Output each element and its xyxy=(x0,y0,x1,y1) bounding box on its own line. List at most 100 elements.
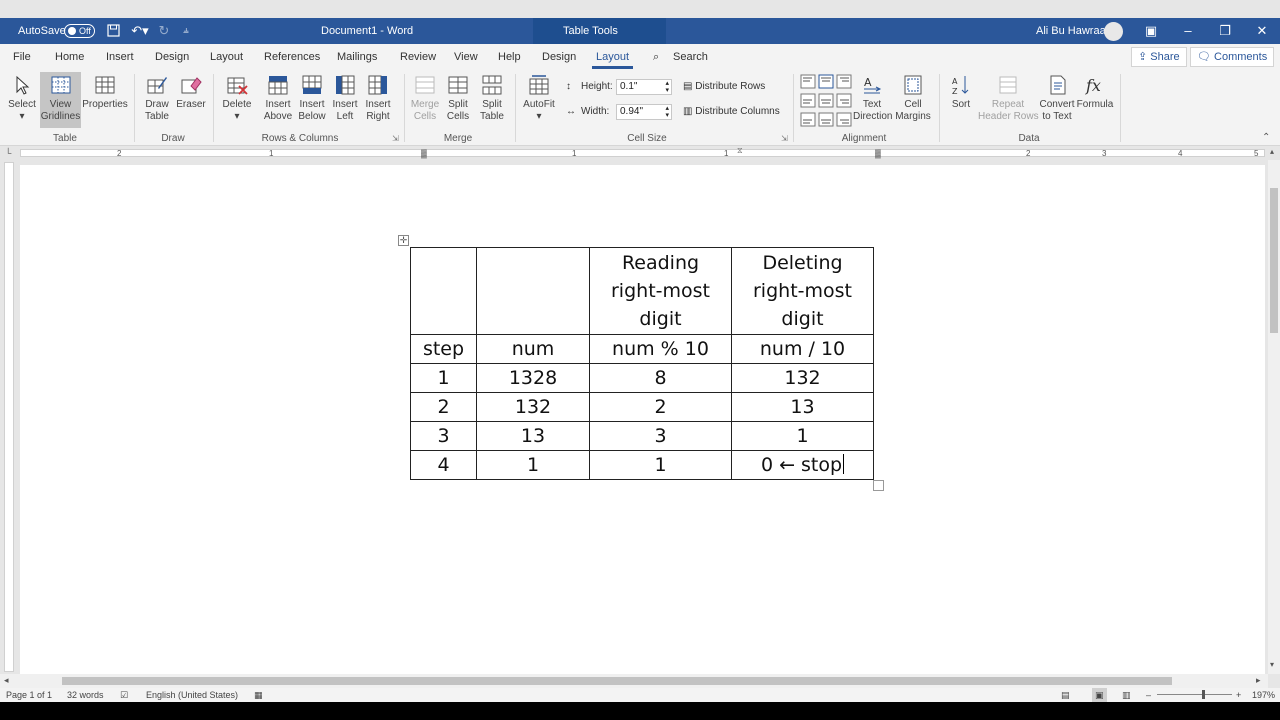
ribbon-display-icon[interactable]: ▣ xyxy=(1143,18,1159,44)
customize-qat-icon[interactable]: ⫨ xyxy=(180,18,192,44)
draw-table-button[interactable]: Draw Table xyxy=(140,72,174,123)
distribute-rows-button[interactable]: ▤ Distribute Rows xyxy=(683,81,765,92)
redo-icon[interactable]: ↻ xyxy=(156,18,172,44)
view-gridlines-button[interactable]: View Gridlines xyxy=(40,72,81,128)
table-cell-active[interactable]: 0 ← stop xyxy=(731,450,874,480)
tab-mailings[interactable]: Mailings xyxy=(337,44,377,70)
formula-button[interactable]: fx Formula xyxy=(1076,72,1114,111)
horizontal-ruler[interactable]: └ 2 1 ▓ 1 1 ▓ 2 3 4 5 ⧖ ▴ xyxy=(0,146,1280,160)
table-cell[interactable]: 1 xyxy=(410,363,477,393)
document-table[interactable]: Reading right-most digit Deleting right-mos… xyxy=(410,247,874,480)
vertical-ruler[interactable] xyxy=(4,162,14,672)
scroll-down-icon[interactable]: ▾ xyxy=(1270,660,1274,669)
ruler-scroll-up-icon[interactable]: ▴ xyxy=(1270,147,1274,156)
merge-cells-button[interactable]: Merge Cells xyxy=(409,72,441,123)
search-label[interactable]: Search xyxy=(673,44,708,70)
minimize-icon[interactable]: – xyxy=(1180,18,1196,44)
restore-icon[interactable]: ❐ xyxy=(1217,18,1233,44)
table-cell[interactable]: 13 xyxy=(731,392,874,422)
repeat-header-rows-button[interactable]: Repeat Header Rows xyxy=(978,72,1039,123)
autofit-button[interactable]: AutoFit ▾ xyxy=(520,72,558,123)
convert-to-text-button[interactable]: Convert to Text xyxy=(1038,72,1076,123)
table-cell[interactable]: 3 xyxy=(410,421,477,451)
split-table-button[interactable]: Split Table xyxy=(476,72,508,123)
table-cell[interactable]: 1 xyxy=(589,450,732,480)
user-name[interactable]: Ali Bu Hawraa xyxy=(1036,18,1106,44)
page-count[interactable]: Page 1 of 1 xyxy=(6,688,52,702)
table-resize-handle[interactable] xyxy=(873,480,884,491)
rows-columns-launcher-icon[interactable]: ⇲ xyxy=(392,134,399,143)
tab-table-design[interactable]: Design xyxy=(542,44,576,70)
table-cell[interactable]: num / 10 xyxy=(731,334,874,364)
zoom-slider-thumb[interactable] xyxy=(1202,690,1205,699)
tab-review[interactable]: Review xyxy=(400,44,436,70)
tab-help[interactable]: Help xyxy=(498,44,521,70)
distribute-columns-button[interactable]: ▥ Distribute Columns xyxy=(683,106,780,117)
table-cell[interactable]: 2 xyxy=(589,392,732,422)
width-field[interactable]: 0.94" ▴ ▾ xyxy=(616,104,672,120)
search-icon[interactable]: ⌕ xyxy=(653,44,659,70)
save-icon[interactable] xyxy=(105,18,121,44)
scroll-left-icon[interactable]: ◂ xyxy=(4,675,9,686)
table-cell[interactable]: 3 xyxy=(589,421,732,451)
sort-button[interactable]: AZ Sort xyxy=(946,72,976,111)
table-cell[interactable]: 8 xyxy=(589,363,732,393)
insert-below-button[interactable]: Insert Below xyxy=(295,72,329,123)
height-field[interactable]: 0.1" ▴ ▾ xyxy=(616,79,672,95)
table-cell[interactable]: num % 10 xyxy=(589,334,732,364)
split-cells-button[interactable]: Split Cells xyxy=(442,72,474,123)
tab-table-layout[interactable]: Layout xyxy=(591,44,634,70)
table-cell[interactable]: 1328 xyxy=(476,363,590,393)
horizontal-scrollbar[interactable]: ◂ ▸ xyxy=(0,674,1268,688)
table-cell[interactable] xyxy=(410,247,477,335)
zoom-in-icon[interactable]: + xyxy=(1236,688,1241,702)
height-spinner-icon[interactable]: ▴ ▾ xyxy=(665,80,669,94)
language-label[interactable]: English (United States) xyxy=(146,688,238,702)
print-layout-icon[interactable]: ▣ xyxy=(1092,688,1107,702)
eraser-button[interactable]: Eraser xyxy=(175,72,207,111)
scroll-right-icon[interactable]: ▸ xyxy=(1256,675,1261,686)
cell-size-launcher-icon[interactable]: ⇲ xyxy=(781,134,788,143)
undo-icon[interactable]: ↶▾ xyxy=(128,18,152,44)
comments-button[interactable]: 🗨 Comments xyxy=(1190,47,1275,67)
select-button[interactable]: Select ▾ xyxy=(4,72,40,123)
read-mode-icon[interactable]: ▤ xyxy=(1061,688,1070,702)
web-layout-icon[interactable]: ▥ xyxy=(1122,688,1131,702)
tab-layout[interactable]: Layout xyxy=(210,44,243,70)
accessibility-icon[interactable]: ▦ xyxy=(254,688,263,702)
cell-margins-button[interactable]: Cell Margins xyxy=(893,72,933,123)
tab-design[interactable]: Design xyxy=(155,44,189,70)
word-count[interactable]: 32 words xyxy=(67,688,104,702)
table-cell[interactable]: 132 xyxy=(731,363,874,393)
table-cell[interactable]: 13 xyxy=(476,421,590,451)
table-cell[interactable]: Deleting right-most digit xyxy=(731,247,874,335)
tab-home[interactable]: Home xyxy=(55,44,84,70)
width-spinner-icon[interactable]: ▴ ▾ xyxy=(665,105,669,119)
delete-button[interactable]: Delete ▾ xyxy=(219,72,255,123)
table-cell[interactable]: num xyxy=(476,334,590,364)
avatar[interactable] xyxy=(1104,22,1123,41)
table-cell[interactable] xyxy=(476,247,590,335)
tab-file[interactable]: File xyxy=(13,44,31,70)
share-button[interactable]: ⇪ Share xyxy=(1131,47,1187,67)
table-cell[interactable]: step xyxy=(410,334,477,364)
tab-references[interactable]: References xyxy=(264,44,320,70)
table-move-handle-icon[interactable]: ✛ xyxy=(398,235,409,246)
text-direction-button[interactable]: A Text Direction xyxy=(853,72,892,123)
table-cell[interactable]: 1 xyxy=(476,450,590,480)
tab-insert[interactable]: Insert xyxy=(106,44,134,70)
indent-marker-icon[interactable]: ⧖ xyxy=(737,146,743,156)
table-cell[interactable]: 132 xyxy=(476,392,590,422)
properties-button[interactable]: Properties xyxy=(82,72,128,111)
alignment-grid-icon[interactable] xyxy=(800,74,852,130)
table-cell[interactable]: 1 xyxy=(731,421,874,451)
collapse-ribbon-icon[interactable]: ⌃ xyxy=(1262,132,1270,143)
zoom-slider[interactable] xyxy=(1157,694,1232,695)
zoom-level[interactable]: 197% xyxy=(1252,688,1275,702)
insert-left-button[interactable]: Insert Left xyxy=(329,72,361,123)
horizontal-scroll-thumb[interactable] xyxy=(62,677,1172,685)
proofing-icon[interactable]: ☑ xyxy=(120,688,128,702)
vertical-scroll-thumb[interactable] xyxy=(1270,188,1278,333)
tab-view[interactable]: View xyxy=(454,44,478,70)
insert-above-button[interactable]: Insert Above xyxy=(261,72,295,123)
